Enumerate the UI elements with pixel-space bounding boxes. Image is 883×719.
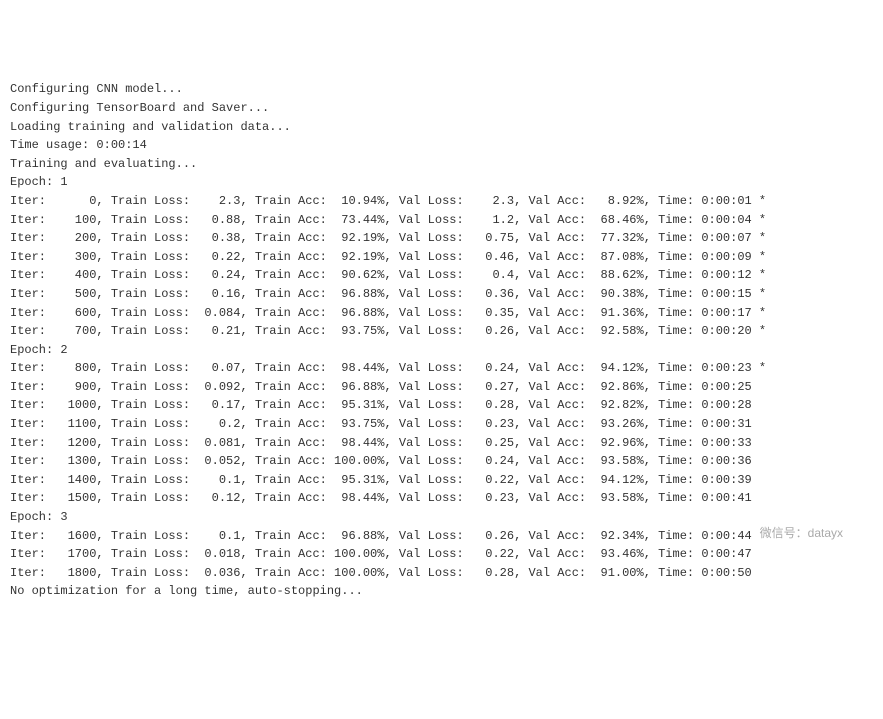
- iter-row-1200: Iter: 1200, Train Loss: 0.081, Train Acc…: [10, 434, 873, 453]
- iter-row-1300: Iter: 1300, Train Loss: 0.052, Train Acc…: [10, 452, 873, 471]
- epoch-label-2: Epoch: 3: [10, 508, 873, 527]
- log-header-3: Time usage: 0:00:14: [10, 136, 873, 155]
- log-header-2: Loading training and validation data...: [10, 118, 873, 137]
- epoch-label-1: Epoch: 2: [10, 341, 873, 360]
- iter-row-1400: Iter: 1400, Train Loss: 0.1, Train Acc: …: [10, 471, 873, 490]
- iter-row-400: Iter: 400, Train Loss: 0.24, Train Acc: …: [10, 266, 873, 285]
- iter-row-900: Iter: 900, Train Loss: 0.092, Train Acc:…: [10, 378, 873, 397]
- iter-row-600: Iter: 600, Train Loss: 0.084, Train Acc:…: [10, 304, 873, 323]
- iter-row-200: Iter: 200, Train Loss: 0.38, Train Acc: …: [10, 229, 873, 248]
- iter-row-800: Iter: 800, Train Loss: 0.07, Train Acc: …: [10, 359, 873, 378]
- iter-row-1600: Iter: 1600, Train Loss: 0.1, Train Acc: …: [10, 527, 873, 546]
- log-footer: No optimization for a long time, auto-st…: [10, 582, 873, 601]
- iter-row-0: Iter: 0, Train Loss: 2.3, Train Acc: 10.…: [10, 192, 873, 211]
- iter-row-100: Iter: 100, Train Loss: 0.88, Train Acc: …: [10, 211, 873, 230]
- iter-row-1800: Iter: 1800, Train Loss: 0.036, Train Acc…: [10, 564, 873, 583]
- log-header-1: Configuring TensorBoard and Saver...: [10, 99, 873, 118]
- terminal-output: Configuring CNN model...Configuring Tens…: [10, 80, 873, 601]
- iter-row-300: Iter: 300, Train Loss: 0.22, Train Acc: …: [10, 248, 873, 267]
- log-header-4: Training and evaluating...: [10, 155, 873, 174]
- log-header-0: Configuring CNN model...: [10, 80, 873, 99]
- iter-row-1500: Iter: 1500, Train Loss: 0.12, Train Acc:…: [10, 489, 873, 508]
- iter-row-1100: Iter: 1100, Train Loss: 0.2, Train Acc: …: [10, 415, 873, 434]
- iter-row-700: Iter: 700, Train Loss: 0.21, Train Acc: …: [10, 322, 873, 341]
- iter-row-1000: Iter: 1000, Train Loss: 0.17, Train Acc:…: [10, 396, 873, 415]
- epoch-label-0: Epoch: 1: [10, 173, 873, 192]
- iter-row-1700: Iter: 1700, Train Loss: 0.018, Train Acc…: [10, 545, 873, 564]
- iter-row-500: Iter: 500, Train Loss: 0.16, Train Acc: …: [10, 285, 873, 304]
